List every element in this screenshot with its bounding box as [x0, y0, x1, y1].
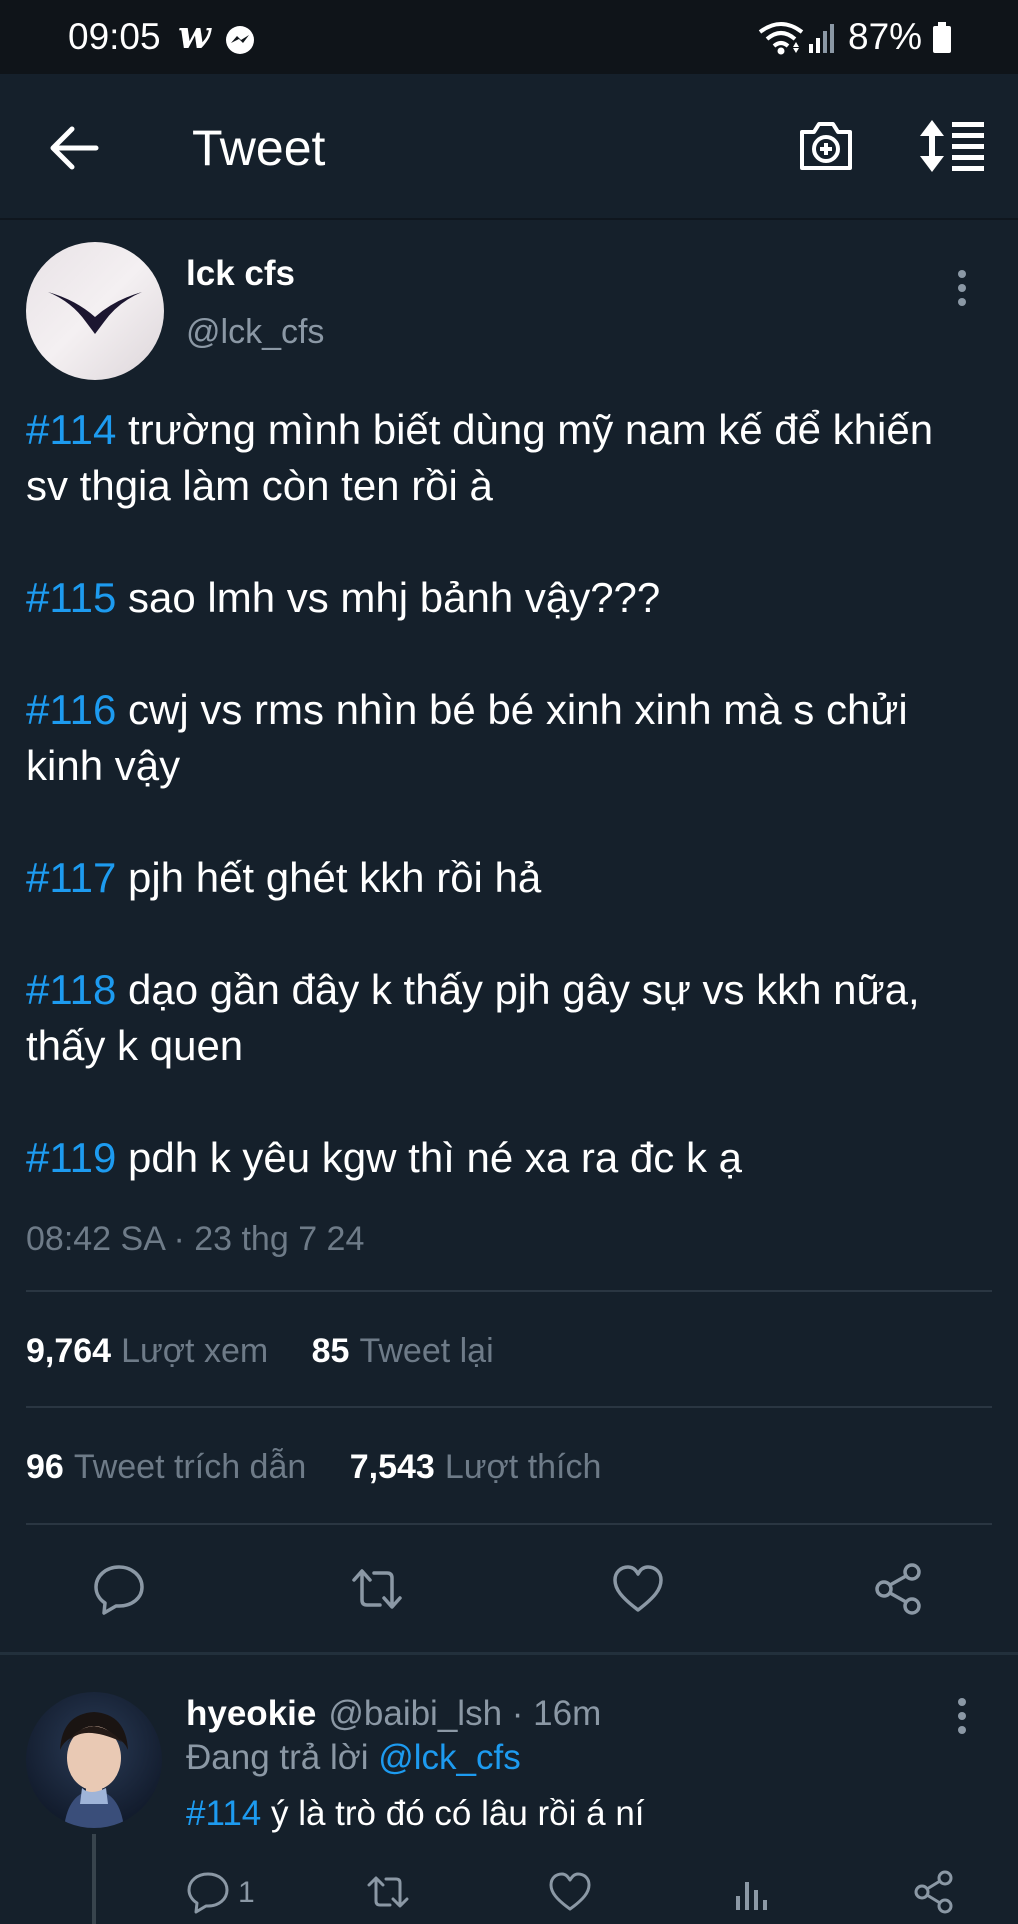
stats-row-quotes-likes: 96 Tweet trích dẫn 7,543 Lượt thích: [26, 1448, 635, 1487]
reply-analytics-icon[interactable]: [730, 1870, 774, 1914]
author-avatar[interactable]: [26, 242, 164, 380]
tweet-text: #114 trường mình biết dùng mỹ nam kế để …: [26, 402, 986, 1186]
likes-stat[interactable]: 7,543 Lượt thích: [350, 1448, 602, 1487]
heart-icon[interactable]: [611, 1562, 665, 1616]
hashtag-link[interactable]: #117: [26, 854, 116, 901]
reply-thread-line: [92, 1834, 96, 1924]
tweet-timestamp: 08:42 SA · 23 thg 7 24: [26, 1220, 365, 1258]
camera-plus-icon[interactable]: [796, 118, 856, 174]
hashtag-link[interactable]: #116: [26, 686, 116, 733]
replying-to: Đang trả lời @lck_cfs: [186, 1738, 521, 1778]
views-stat[interactable]: 9,764 Lượt xem: [26, 1332, 268, 1371]
quotes-stat[interactable]: 96 Tweet trích dẫn: [26, 1448, 306, 1487]
reply-comment-count: 1: [238, 1876, 255, 1909]
reply-share-icon[interactable]: [912, 1870, 956, 1914]
quotes-count: 96: [26, 1448, 64, 1486]
replying-to-label: Đang trả lời: [186, 1738, 379, 1777]
retweet-icon[interactable]: [350, 1562, 404, 1616]
app-notification-icon: w: [178, 12, 211, 57]
reply-more-options-icon[interactable]: [950, 1696, 974, 1736]
more-options-icon[interactable]: [950, 268, 974, 308]
likes-label: Lượt thích: [444, 1448, 602, 1486]
page-title: Tweet: [192, 120, 326, 176]
tweet-paragraph: #115 sao lmh vs mhj bảnh vậy???: [26, 570, 986, 626]
status-time: 09:05: [68, 16, 161, 57]
reply-author-name[interactable]: hyeokie: [186, 1694, 316, 1733]
reply-icon[interactable]: [92, 1562, 146, 1616]
reply-text: #114 ý là trò đó có lâu rồi á ní: [186, 1794, 645, 1834]
hashtag-link[interactable]: #119: [26, 1134, 116, 1181]
hashtag-link[interactable]: #114: [186, 1794, 261, 1833]
reply-retweet-icon[interactable]: [366, 1870, 410, 1914]
paragraph-text: cwj vs rms nhìn bé bé xinh xinh mà s chử…: [26, 686, 908, 789]
paragraph-text: pjh hết ghét kkh rồi hả: [116, 854, 542, 901]
divider: [26, 1523, 992, 1525]
reply-comment-icon[interactable]: [186, 1870, 230, 1914]
reply-heart-icon[interactable]: [548, 1870, 592, 1914]
paragraph-text: sao lmh vs mhj bảnh vậy???: [116, 574, 661, 621]
tweet-paragraph: #117 pjh hết ghét kkh rồi hả: [26, 850, 986, 906]
sort-list-icon[interactable]: [918, 118, 988, 174]
views-label: Lượt xem: [121, 1332, 269, 1370]
hashtag-link[interactable]: #118: [26, 966, 116, 1013]
tweet-paragraph: #114 trường mình biết dùng mỹ nam kế để …: [26, 402, 986, 514]
paragraph-text: trường mình biết dùng mỹ nam kế để khiến…: [26, 406, 934, 509]
likes-count: 7,543: [349, 1448, 435, 1486]
retweets-stat[interactable]: 85 Tweet lại: [312, 1332, 494, 1371]
back-arrow-icon[interactable]: [44, 121, 104, 175]
mention-link[interactable]: @lck_cfs: [378, 1738, 521, 1777]
status-bar: 09:05 w 87%: [0, 0, 1018, 74]
hashtag-link[interactable]: #115: [26, 574, 116, 621]
reply-author-avatar[interactable]: [26, 1692, 162, 1828]
share-icon[interactable]: [872, 1562, 926, 1616]
messenger-icon: [226, 26, 254, 54]
wifi-icon: [758, 22, 804, 55]
author-name[interactable]: lck cfs: [186, 254, 295, 294]
divider: [26, 1290, 992, 1292]
hashtag-link[interactable]: #114: [26, 406, 116, 453]
reply-header: hyeokie @baibi_lsh · 16m: [186, 1694, 601, 1734]
author-handle[interactable]: @lck_cfs: [186, 313, 324, 352]
reply-handle-time: @baibi_lsh · 16m: [328, 1694, 602, 1733]
divider: [26, 1406, 992, 1408]
app-header: Tweet: [0, 74, 1018, 220]
tweet-paragraph: #118 dạo gần đây k thấy pjh gây sự vs kk…: [26, 962, 986, 1074]
tweet-paragraph: #116 cwj vs rms nhìn bé bé xinh xinh mà …: [26, 682, 986, 794]
retweets-count: 85: [311, 1332, 350, 1370]
stats-row-views-retweets: 9,764 Lượt xem 85 Tweet lại: [26, 1332, 528, 1371]
reply-body: ý là trò đó có lâu rồi á ní: [261, 1794, 645, 1833]
retweets-label: Tweet lại: [359, 1332, 494, 1370]
quotes-label: Tweet trích dẫn: [73, 1448, 307, 1486]
section-divider: [0, 1652, 1018, 1655]
views-count: 9,764: [26, 1332, 112, 1370]
paragraph-text: pdh k yêu kgw thì né xa ra đc k ạ: [116, 1134, 743, 1181]
battery-icon: [933, 22, 951, 53]
battery-percentage: 87%: [848, 16, 923, 57]
signal-icon: [809, 24, 834, 53]
tweet-paragraph: #119 pdh k yêu kgw thì né xa ra đc k ạ: [26, 1130, 986, 1186]
paragraph-text: dạo gần đây k thấy pjh gây sự vs kkh nữa…: [26, 966, 920, 1069]
